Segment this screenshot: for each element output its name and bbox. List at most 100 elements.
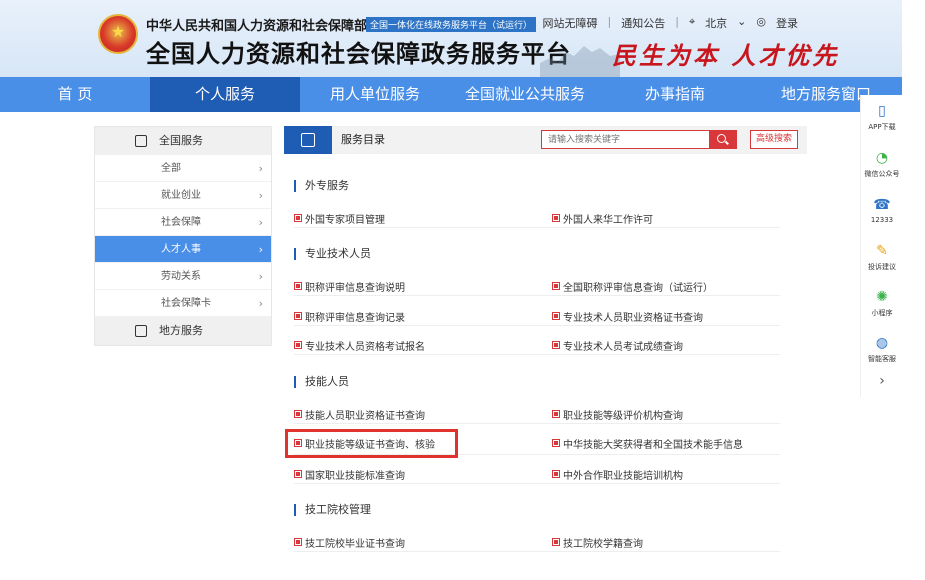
ministry-name: 中华人民共和国人力资源和社会保障部 [146,19,368,34]
location-pin-icon: ⌖ [688,15,696,28]
search-box [541,130,737,149]
sidebar-item-talent[interactable]: 人才人事 › [95,236,271,263]
chevron-right-icon: › [258,216,263,229]
support-label: 智能客服 [868,355,896,363]
slogan: 民生为本 人才优先 [612,41,840,70]
chevron-right-icon: › [258,162,263,175]
sidebar-item-label: 劳动关系 [161,271,201,282]
service-link[interactable]: 职称评审信息查询记录 [294,309,405,324]
miniapp-icon: ✺ [876,289,888,305]
hotline-button[interactable]: ☎ 12333 [861,197,903,224]
nav-employer-services[interactable]: 用人单位服务 [300,77,450,112]
location-selector[interactable]: 北京 [705,15,727,31]
sidebar-item-label: 社会保障 [161,217,201,228]
sidebar-item-labor-relations[interactable]: 劳动关系 › [95,263,271,290]
wechat-label: 微信公众号 [864,170,900,178]
edit-icon: ✎ [876,243,888,259]
notice-link[interactable]: 通知公告 [621,15,665,31]
service-link[interactable]: 外国人来华工作许可 [552,211,653,226]
service-link[interactable]: 中华技能大奖获得者和全国技术能手信息 [552,436,743,451]
complaint-label: 投诉建议 [868,263,896,271]
search-icon [717,134,726,143]
service-link[interactable]: 专业技术人员资格考试报名 [294,338,425,353]
divider [294,295,780,296]
catalog-icon-box [284,126,332,154]
accessibility-link[interactable]: 网站无障碍 [543,15,598,31]
divider [294,483,780,484]
service-link[interactable]: 专业技术人员职业资格证书查询 [552,309,703,324]
sidebar-item-label: 人才人事 [161,244,201,255]
great-wall-graphic [540,46,620,77]
service-link[interactable]: 国家职业技能标准查询 [294,467,405,482]
service-icon [135,135,147,147]
wechat-icon: ◔ [875,150,889,166]
phone-icon: ▯ [878,103,886,119]
headset-icon: ◍ [875,335,889,351]
service-catalog: 服务目录 高级搜索 外专服务 外国专家项目管理 外国人来华工作许可 专业技术人员… [284,126,807,580]
sidebar-national-label: 全国服务 [159,134,203,147]
service-link[interactable]: 外国专家项目管理 [294,211,385,226]
user-icon: ◎ [756,15,766,28]
nav-home[interactable]: 首 页 [0,77,150,112]
chevron-right-icon: › [258,243,263,256]
chevron-right-icon[interactable]: › [861,373,903,389]
nav-guide[interactable]: 办事指南 [600,77,750,112]
sidebar-item-social-card[interactable]: 社会保障卡 › [95,290,271,317]
support-button[interactable]: ◍ 智能客服 [861,335,903,364]
divider: | [675,15,679,28]
app-download-button[interactable]: ▯ APP下载 [861,103,903,132]
divider [294,423,780,424]
divider [294,354,780,355]
service-link[interactable]: 专业技术人员考试成绩查询 [552,338,683,353]
sidebar-item-all[interactable]: 全部 › [95,155,271,182]
beta-tag: 全国一体化在线政务服务平台（试运行） [366,17,537,32]
service-link[interactable]: 技能人员职业资格证书查询 [294,407,425,422]
document-icon [301,133,315,147]
divider [294,551,780,552]
service-link[interactable]: 职业技能等级评价机构查询 [552,407,683,422]
app-download-label: APP下载 [868,123,896,131]
chevron-right-icon: › [258,189,263,202]
miniapp-label: 小程序 [871,309,893,317]
nav-personal-services[interactable]: 个人服务 [150,77,300,112]
main-nav: 首 页 个人服务 用人单位服务 全国就业公共服务 办事指南 地方服务窗口 [0,77,902,112]
sidebar-item-social-security[interactable]: 社会保障 › [95,209,271,236]
sidebar-item-employment[interactable]: 就业创业 › [95,182,271,209]
chevron-right-icon: › [258,297,263,310]
sidebar-item-label: 就业创业 [161,190,201,201]
login-link[interactable]: 登录 [776,15,798,31]
platform-title: 全国人力资源和社会保障政务服务平台 [146,40,571,68]
section-title: 技工院校管理 [294,504,371,516]
service-link[interactable]: 技工院校学籍查询 [552,535,643,550]
hotline-label: 12333 [870,216,894,224]
service-icon [135,325,147,337]
service-link[interactable]: 技工院校毕业证书查询 [294,535,405,550]
national-emblem-icon [98,14,138,54]
sidebar-item-label: 全部 [161,163,181,174]
search-input[interactable] [542,131,710,148]
site-header: 中华人民共和国人力资源和社会保障部 全国一体化在线政务服务平台（试运行） 全国人… [0,0,902,77]
section-title: 技能人员 [294,376,349,388]
nav-employment-services[interactable]: 全国就业公共服务 [450,77,600,112]
advanced-search-button[interactable]: 高级搜索 [750,130,799,149]
service-link[interactable]: 中外合作职业技能培训机构 [552,467,683,482]
hotline-icon: ☎ [873,197,891,213]
right-toolbar: ▯ APP下载 ◔ 微信公众号 ☎ 12333 ✎ 投诉建议 ✺ 小程序 ◍ 智能客服 › [860,95,902,397]
miniapp-button[interactable]: ✺ 小程序 [861,289,903,318]
divider [294,325,780,326]
sidebar-item-label: 社会保障卡 [161,298,211,309]
sidebar-local-label: 地方服务 [159,324,203,337]
highlight-box [285,429,458,458]
sidebar-local-header[interactable]: 地方服务 [95,317,271,345]
divider [294,227,780,228]
search-button[interactable] [709,131,736,148]
top-links: 网站无障碍 | 通知公告 | ⌖ 北京 ⌄ ◎ 登录 [543,15,798,31]
sidebar-national-header[interactable]: 全国服务 [95,127,271,155]
section-title: 外专服务 [294,180,349,192]
service-link[interactable]: 职称评审信息查询说明 [294,279,405,294]
catalog-title: 服务目录 [341,133,385,146]
section-title: 专业技术人员 [294,248,371,260]
service-link[interactable]: 全国职称评审信息查询（试运行） [552,279,713,294]
wechat-button[interactable]: ◔ 微信公众号 [861,150,903,179]
complaint-button[interactable]: ✎ 投诉建议 [861,243,903,272]
